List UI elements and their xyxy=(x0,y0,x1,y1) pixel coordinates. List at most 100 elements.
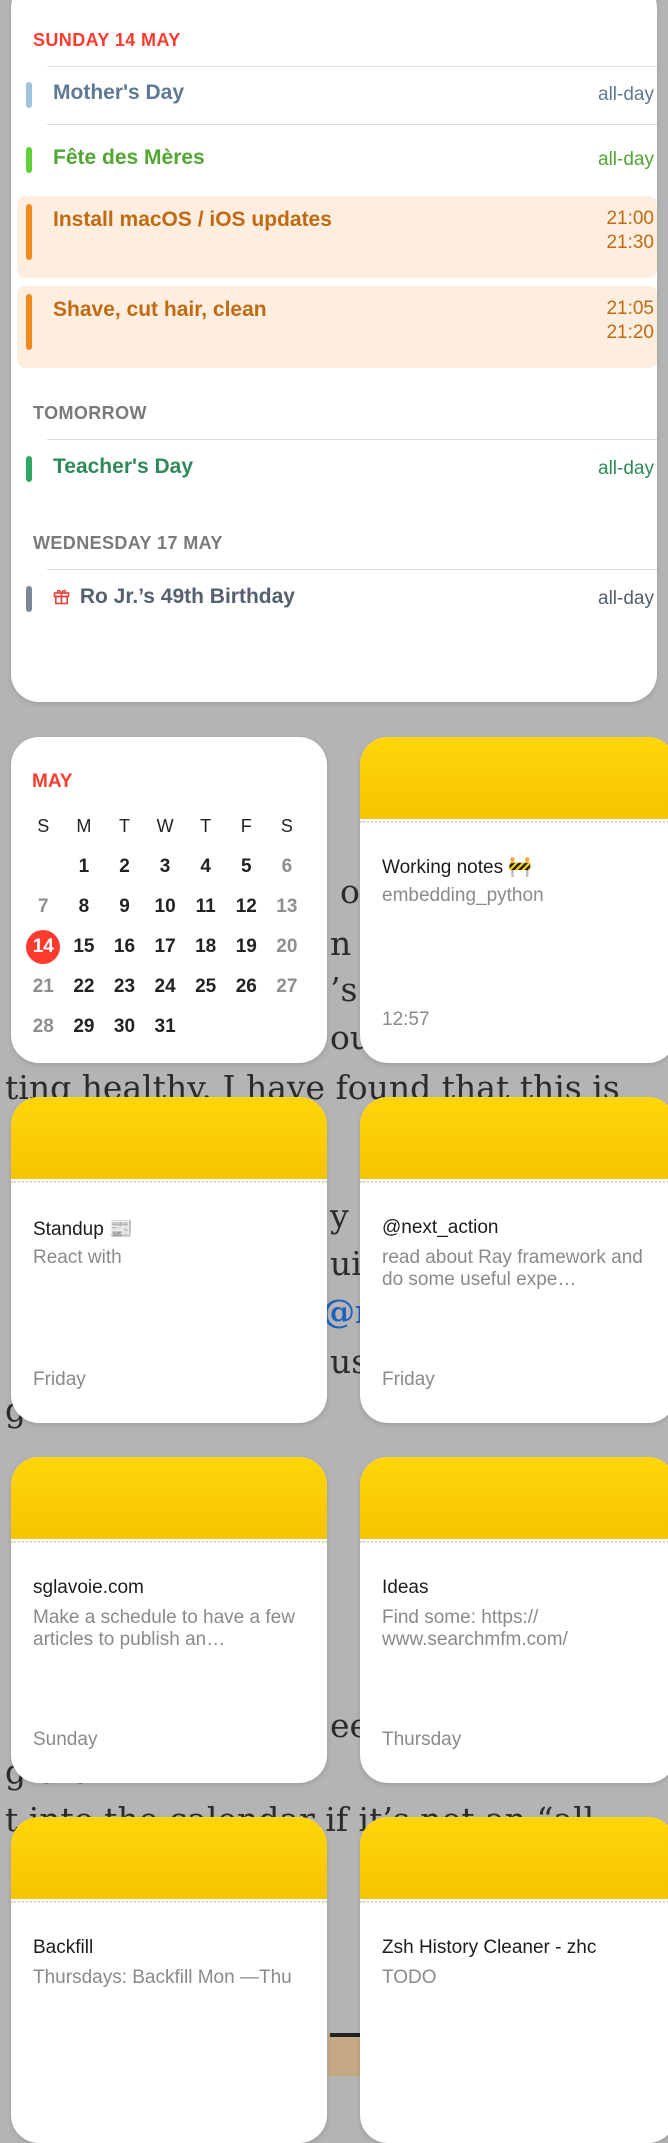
note-divider xyxy=(11,1181,327,1183)
event-color-bar xyxy=(26,147,32,173)
event-time: all-day xyxy=(598,149,654,170)
day-cell[interactable]: 23 xyxy=(104,967,145,1007)
day-cell[interactable]: 3 xyxy=(145,847,186,887)
day-cell[interactable]: 24 xyxy=(145,967,186,1007)
weekday-label: T xyxy=(118,815,130,836)
note-date: Sunday xyxy=(33,1729,98,1750)
event-mothers-day[interactable]: Mother's Day all-day xyxy=(17,74,657,136)
event-title: Install macOS / iOS updates xyxy=(53,208,332,231)
day-cell[interactable]: 22 xyxy=(64,967,105,1007)
note-title: Backfill xyxy=(33,1937,94,1958)
gift-icon xyxy=(53,585,76,608)
note-preview: embedding_python xyxy=(382,885,544,906)
note-divider xyxy=(360,1541,668,1543)
event-time: all-day xyxy=(598,84,654,105)
note-date: Thursday xyxy=(382,1729,462,1750)
event-color-bar xyxy=(26,586,32,612)
note-widget-backfill[interactable]: Backfill Thursdays: Backfill Mon —Thu xyxy=(11,1817,327,2143)
note-divider xyxy=(360,1901,668,1903)
day-cell[interactable]: 13 xyxy=(267,887,308,927)
event-teachers-day[interactable]: Teacher's Day all-day xyxy=(17,448,657,510)
day-cell[interactable]: 11 xyxy=(185,887,226,927)
day-cell[interactable]: 21 xyxy=(23,967,64,1007)
event-color-bar xyxy=(26,294,32,350)
day-cell[interactable]: 1 xyxy=(64,847,105,887)
week-row: 21 22 23 24 25 26 27 xyxy=(23,967,319,1007)
section-header-sunday: SUNDAY 14 MAY xyxy=(33,30,181,50)
weekday-label: M xyxy=(76,815,92,836)
note-widget-standup[interactable]: Standup 📰 React with Friday xyxy=(11,1097,327,1423)
note-header xyxy=(11,1817,327,1899)
divider xyxy=(47,124,657,125)
event-birthday[interactable]: Ro Jr.’s 49th Birthday all-day xyxy=(17,578,657,640)
weekday-label: F xyxy=(240,815,252,836)
note-header xyxy=(360,1817,668,1899)
divider xyxy=(47,569,657,570)
note-divider xyxy=(360,1181,668,1183)
day-cell[interactable]: 29 xyxy=(64,1007,105,1047)
day-cell-today[interactable]: 14 xyxy=(23,927,64,967)
event-title: Ro Jr.’s 49th Birthday xyxy=(79,585,295,608)
day-cell[interactable]: 5 xyxy=(226,847,267,887)
day-cell[interactable]: 2 xyxy=(104,847,145,887)
event-title-row: Ro Jr.’s 49th Birthday xyxy=(53,585,295,609)
note-preview: React with xyxy=(33,1247,122,1268)
day-cell[interactable]: 26 xyxy=(226,967,267,1007)
day-cell[interactable]: 4 xyxy=(185,847,226,887)
section-header-wednesday: WEDNESDAY 17 MAY xyxy=(33,533,223,553)
day-cell[interactable]: 25 xyxy=(185,967,226,1007)
event-start-time: 21:00 xyxy=(606,208,654,229)
note-title: @next_action xyxy=(382,1217,499,1238)
day-cell[interactable]: 9 xyxy=(104,887,145,927)
weekday-label: T xyxy=(200,815,212,836)
event-end-time: 21:20 xyxy=(606,322,654,343)
event-title: Shave, cut hair, clean xyxy=(53,298,267,321)
note-date: Friday xyxy=(33,1369,86,1390)
day-cell[interactable]: 12 xyxy=(226,887,267,927)
event-shave-cut-hair[interactable]: Shave, cut hair, clean 21:05 21:20 xyxy=(17,286,657,368)
event-time: all-day xyxy=(598,588,654,609)
day-cell[interactable]: 16 xyxy=(104,927,145,967)
note-divider xyxy=(11,1541,327,1543)
week-row: 7 8 9 10 11 12 13 xyxy=(23,887,319,927)
day-cell[interactable]: 19 xyxy=(226,927,267,967)
note-title: Working notes 🚧 xyxy=(382,857,533,878)
note-date: 12:57 xyxy=(382,1009,430,1030)
day-cell[interactable]: 27 xyxy=(267,967,308,1007)
event-start-time: 21:05 xyxy=(606,298,654,319)
note-divider xyxy=(360,821,668,823)
day-cell[interactable]: 20 xyxy=(267,927,308,967)
day-cell[interactable]: 28 xyxy=(23,1007,64,1047)
note-preview: read about Ray framework and do some use… xyxy=(382,1247,643,1290)
calendar-events-widget[interactable]: SUNDAY 14 MAY Mother's Day all-day Fête … xyxy=(11,0,657,702)
day-cell-empty xyxy=(226,1007,267,1047)
day-cell[interactable]: 7 xyxy=(23,887,64,927)
section-header-tomorrow: TOMORROW xyxy=(33,403,147,423)
day-cell[interactable]: 10 xyxy=(145,887,186,927)
note-date: Friday xyxy=(382,1369,435,1390)
note-widget-zsh-history-cleaner[interactable]: Zsh History Cleaner - zhc TODO xyxy=(360,1817,668,2143)
event-end-time: 21:30 xyxy=(606,232,654,253)
note-title: Ideas xyxy=(382,1577,429,1598)
event-fete-des-meres[interactable]: Fête des Mères all-day xyxy=(17,139,657,201)
note-widget-working-notes[interactable]: Working notes 🚧 embedding_python 12:57 xyxy=(360,737,668,1063)
weekday-label: S xyxy=(280,815,293,836)
day-cell-empty xyxy=(185,1007,226,1047)
event-install-updates[interactable]: Install macOS / iOS updates 21:00 21:30 xyxy=(17,196,657,278)
month-calendar-widget[interactable]: MAY S M T W T F S 1 2 3 4 5 6 7 8 9 10 1… xyxy=(11,737,327,1063)
day-cell[interactable]: 17 xyxy=(145,927,186,967)
note-header xyxy=(11,1097,327,1179)
day-cell[interactable]: 30 xyxy=(104,1007,145,1047)
divider xyxy=(47,66,657,67)
note-header xyxy=(360,1457,668,1539)
day-cell[interactable]: 31 xyxy=(145,1007,186,1047)
day-cell[interactable]: 6 xyxy=(267,847,308,887)
day-cell[interactable]: 8 xyxy=(64,887,105,927)
event-color-bar xyxy=(26,456,32,482)
note-widget-ideas[interactable]: Ideas Find some: https:// www.searchmfm.… xyxy=(360,1457,668,1783)
event-color-bar xyxy=(26,82,32,108)
day-cell[interactable]: 15 xyxy=(64,927,105,967)
note-widget-sglavoie[interactable]: sglavoie.com Make a schedule to have a f… xyxy=(11,1457,327,1783)
day-cell[interactable]: 18 xyxy=(185,927,226,967)
note-widget-next-action[interactable]: @next_action read about Ray framework an… xyxy=(360,1097,668,1423)
